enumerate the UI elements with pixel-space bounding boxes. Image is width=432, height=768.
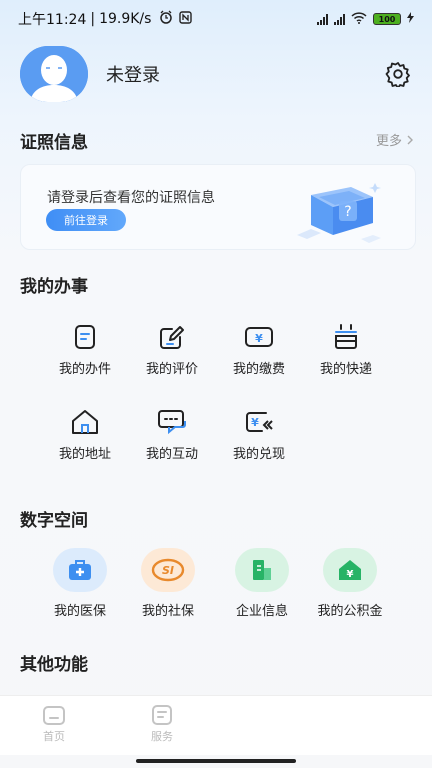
- housing-fund-icon: ¥: [323, 548, 377, 592]
- nfc-icon: [179, 10, 193, 28]
- chevron-right-icon: [407, 135, 413, 144]
- grid-item-my-payments[interactable]: ¥ 我的缴费: [218, 322, 300, 378]
- chat-icon: [157, 407, 187, 437]
- space-item-medical-insurance[interactable]: 我的医保: [40, 548, 120, 619]
- bottom-tab-bar: 首页 服务: [0, 695, 432, 755]
- express-box-icon: [331, 322, 361, 352]
- certificate-card: 请登录后查看您的证照信息 前往登录 ?: [20, 164, 416, 250]
- battery-icon: 100: [373, 13, 401, 25]
- grid-item-my-interactions[interactable]: 我的互动: [131, 407, 213, 463]
- svg-text:¥: ¥: [347, 569, 354, 580]
- space-item-label: 企业信息: [235, 604, 288, 619]
- wifi-icon: [351, 11, 367, 27]
- tab-home-label: 首页: [43, 730, 65, 743]
- svg-text:SI: SI: [162, 564, 174, 577]
- network-speed: 19.9K/s: [99, 11, 152, 27]
- signal-icon-2: [334, 13, 345, 25]
- other-functions-section-title: 其他功能: [20, 655, 88, 675]
- space-item-label: 我的社保: [141, 604, 194, 619]
- grid-item-label: 我的评价: [145, 362, 198, 377]
- space-item-label: 我的公积金: [317, 604, 383, 619]
- settings-button[interactable]: [384, 60, 412, 88]
- avatar[interactable]: [20, 46, 88, 102]
- login-status[interactable]: 未登录: [106, 61, 160, 87]
- edit-icon: [157, 322, 187, 352]
- space-item-enterprise-info[interactable]: 企业信息: [222, 548, 302, 619]
- empty-box-illustration: ?: [297, 183, 381, 243]
- tab-service-label: 服务: [151, 730, 173, 743]
- grid-item-label: 我的办件: [58, 362, 111, 377]
- status-bar: 上午11:24 | 19.9K/s 100: [0, 0, 432, 38]
- more-label: 更多: [375, 134, 402, 149]
- grid-item-my-express[interactable]: 我的快递: [305, 322, 387, 378]
- go-login-button[interactable]: 前往登录: [46, 209, 126, 231]
- grid-item-my-redemptions[interactable]: ¥ 我的兑现: [218, 407, 300, 463]
- grid-item-label: 我的地址: [58, 447, 111, 462]
- gear-icon: [385, 62, 410, 87]
- space-item-social-security[interactable]: SI 我的社保: [128, 548, 208, 619]
- grid-item-my-cases[interactable]: 我的办件: [44, 322, 126, 378]
- home-tab-icon: [43, 706, 65, 725]
- profile-header[interactable]: 未登录: [20, 46, 412, 102]
- tab-service[interactable]: 服务: [132, 704, 192, 744]
- status-separator: |: [90, 11, 96, 27]
- cash-redeem-icon: ¥: [244, 407, 274, 437]
- grid-item-label: 我的互动: [145, 447, 198, 462]
- enterprise-building-icon: [235, 548, 289, 592]
- grid-item-label: 我的快递: [319, 362, 372, 377]
- grid-item-label: 我的缴费: [232, 362, 285, 377]
- svg-text:¥: ¥: [251, 416, 259, 429]
- grid-item-my-address[interactable]: 我的地址: [44, 407, 126, 463]
- grid-item-label: 我的兑现: [232, 447, 285, 462]
- medical-kit-icon: [53, 548, 107, 592]
- digital-space-section-title: 数字空间: [20, 511, 88, 531]
- certificate-prompt: 请登录后查看您的证照信息: [47, 190, 215, 206]
- social-security-icon: SI: [141, 548, 195, 592]
- alarm-icon: [159, 10, 173, 28]
- home-address-icon: [70, 407, 100, 437]
- service-tab-icon: [152, 705, 172, 725]
- signal-icon: [317, 13, 328, 25]
- my-affairs-section-title: 我的办事: [20, 277, 88, 297]
- status-right: 100: [317, 11, 414, 27]
- svg-text:¥: ¥: [255, 332, 263, 345]
- charging-icon: [407, 12, 414, 26]
- payment-icon: ¥: [244, 322, 274, 352]
- status-time: 上午11:24: [18, 12, 87, 28]
- grid-item-my-reviews[interactable]: 我的评价: [131, 322, 213, 378]
- certificate-section-title: 证照信息: [20, 133, 88, 153]
- certificate-more-link[interactable]: 更多: [376, 130, 414, 149]
- tab-home[interactable]: 首页: [24, 704, 84, 744]
- home-indicator: [136, 759, 296, 763]
- svg-text:?: ?: [344, 204, 351, 220]
- space-item-label: 我的医保: [53, 604, 106, 619]
- space-item-housing-fund[interactable]: ¥ 我的公积金: [310, 548, 390, 619]
- document-icon: [70, 322, 100, 352]
